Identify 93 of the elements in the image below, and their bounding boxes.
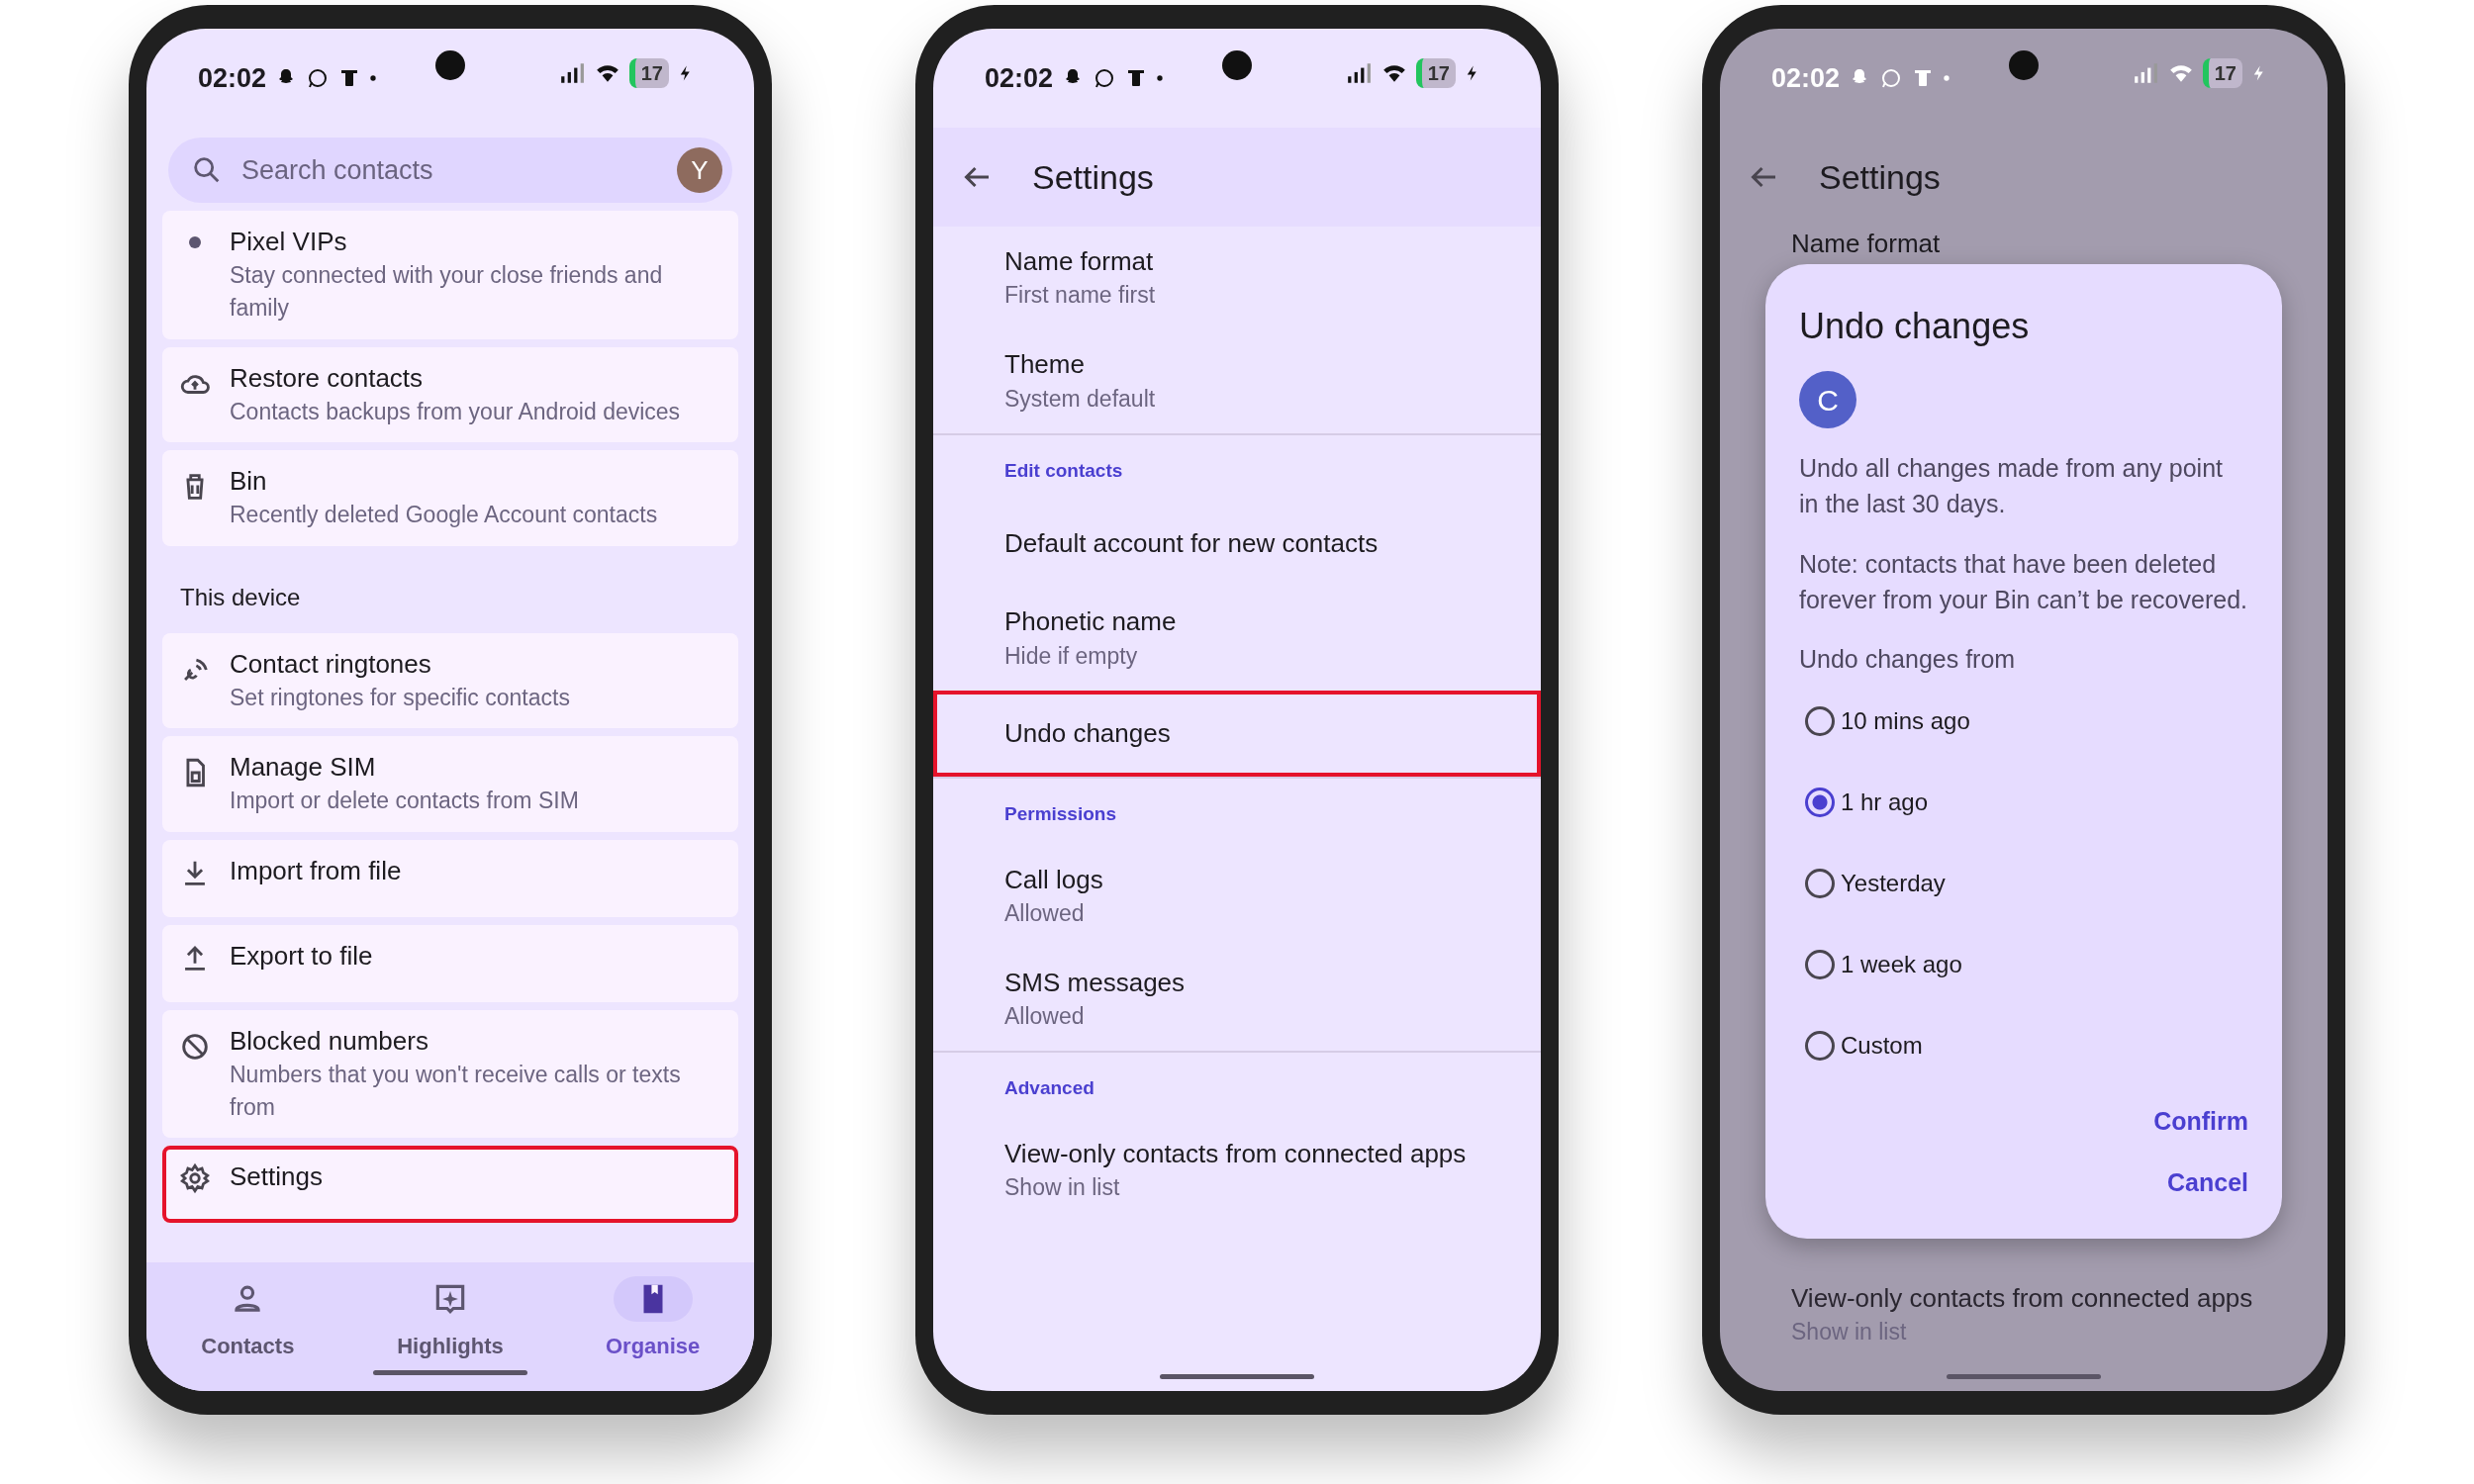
preference-row[interactable]: Call logs Allowed — [933, 844, 1541, 948]
item-title: SMS messages — [1004, 966, 1187, 999]
menu-item[interactable]: Manage SIM Import or delete contacts from SIM — [162, 736, 738, 832]
camera-icon — [2009, 50, 2039, 80]
section-heading: Permissions — [933, 777, 1541, 845]
menu-item[interactable]: Blocked numbers Numbers that you won't receive calls or texts from — [162, 1009, 738, 1139]
preference-row[interactable]: Undo changes — [933, 690, 1541, 777]
menu-item[interactable]: Settings — [162, 1146, 738, 1224]
nav-tab[interactable]: Contacts — [168, 1276, 328, 1362]
item-title: Manage SIM — [230, 751, 377, 785]
menu-item[interactable]: Pixel VIPs Stay connected with your close friends and family — [162, 211, 738, 339]
status-time: 02:02 — [198, 62, 267, 95]
screen-title: Settings — [1819, 156, 1941, 198]
menu-item[interactable]: Restore contacts Contacts backups from your Android devices — [162, 346, 738, 443]
radio-button[interactable] — [1805, 706, 1835, 737]
item-subtitle: Allowed — [1004, 1002, 1086, 1032]
preference-row[interactable]: SMS messages Allowed — [933, 947, 1541, 1052]
avatar: C — [1799, 371, 1856, 428]
settings-icon — [178, 1161, 212, 1196]
dot-icon — [369, 74, 378, 83]
option-label: Custom — [1841, 1031, 1923, 1062]
section-heading: Edit contacts — [933, 432, 1541, 502]
nav-label: Contacts — [201, 1333, 295, 1360]
item-title: Theme — [1004, 348, 1086, 382]
item-title: View-only contacts from connected apps — [1004, 1137, 1468, 1170]
menu-item[interactable]: Bin Recently deleted Google Account contacts — [162, 450, 738, 546]
item-title: Phonetic name — [1004, 605, 1178, 639]
preference-row[interactable]: Phonetic name Hide if empty — [933, 587, 1541, 691]
battery-indicator: 17 — [628, 58, 669, 88]
item-title: Import from file — [230, 854, 402, 887]
nav-label: Organise — [605, 1333, 701, 1360]
item-title: Name format — [1004, 245, 1155, 278]
camera-icon — [435, 50, 465, 80]
dialog-title: Undo changes — [1799, 305, 2031, 348]
item-title: Restore contacts — [230, 361, 425, 395]
option-label: 1 week ago — [1841, 950, 1962, 980]
section-heading: This device — [179, 582, 302, 612]
item-subtitle: Numbers that you won't receive calls or texts from — [230, 1060, 682, 1122]
status-time: 02:02 — [1771, 62, 1841, 95]
dialog-button[interactable]: Confirm — [2153, 1095, 2248, 1149]
dialog-text: Undo all changes made from any point in the last 30 days. — [1799, 453, 2225, 520]
item-title: View-only contacts from connected apps — [1791, 1281, 2254, 1315]
screen-title: Settings — [1032, 156, 1154, 198]
section-heading: Advanced — [933, 1051, 1541, 1119]
option-label: 1 hr ago — [1841, 788, 1929, 818]
item-subtitle: Show in list — [1004, 1172, 1121, 1202]
item-subtitle: System default — [1004, 384, 1157, 414]
item-title: Default account for new contacts — [1004, 527, 1380, 561]
radio-button[interactable] — [1805, 869, 1835, 899]
bullet-icon — [189, 236, 201, 248]
radio-button[interactable] — [1805, 1031, 1835, 1062]
dialog-button[interactable]: Cancel — [2167, 1156, 2248, 1209]
search-field[interactable]: Search contacts Y — [168, 138, 732, 203]
menu-item[interactable]: Contact ringtones Set ringtones for specific contacts — [162, 632, 738, 729]
item-subtitle: Stay connected with your close friends and family — [230, 261, 664, 324]
item-title: Undo changes — [1004, 716, 1172, 750]
radio-button[interactable] — [1805, 950, 1835, 980]
dot-icon — [1943, 74, 1951, 83]
option-label: 10 mins ago — [1841, 706, 1970, 737]
item-subtitle: Hide if empty — [1004, 641, 1139, 671]
item-subtitle: Import or delete contacts from SIM — [230, 787, 579, 816]
options-label: Undo changes from — [1799, 644, 2017, 675]
status-time: 02:02 — [985, 62, 1054, 95]
dialog-note: Note: contacts that have been deleted forever from your Bin can’t be recovered. — [1799, 548, 2248, 615]
nav-tab[interactable]: Organise — [573, 1276, 732, 1362]
item-title: Name format — [1791, 228, 1942, 260]
item-subtitle: Set ringtones for specific contacts — [230, 683, 570, 712]
camera-icon — [1222, 50, 1252, 80]
avatar[interactable]: Y — [677, 147, 722, 193]
preference-row[interactable]: View-only contacts from connected apps Show in list — [933, 1118, 1541, 1223]
menu-item[interactable]: Export to file — [162, 924, 738, 1002]
nav-label: Highlights — [397, 1333, 504, 1360]
radio-button[interactable] — [1805, 788, 1835, 818]
dot-icon — [1156, 74, 1165, 83]
item-subtitle: Allowed — [1004, 898, 1086, 928]
preference-row[interactable]: Name format First name first — [933, 227, 1541, 330]
nav-tab[interactable]: Highlights — [371, 1276, 529, 1362]
item-subtitle: Contacts backups from your Android devices — [230, 397, 681, 426]
item-subtitle: First name first — [1004, 281, 1157, 311]
battery-indicator: 17 — [2202, 58, 2242, 88]
item-title: Settings — [230, 1160, 323, 1194]
battery-indicator: 17 — [1415, 58, 1456, 88]
preference-row[interactable]: Theme System default — [933, 329, 1541, 433]
item-title: Bin — [230, 465, 268, 499]
item-title: Blocked numbers — [230, 1024, 429, 1058]
item-title: Contact ringtones — [230, 647, 432, 681]
preference-row[interactable]: Default account for new contacts — [933, 501, 1541, 588]
item-subtitle: Recently deleted Google Account contacts — [230, 501, 658, 530]
item-title: Export to file — [230, 939, 373, 973]
option-label: Yesterday — [1841, 869, 1946, 899]
menu-item[interactable]: Import from file — [162, 839, 738, 917]
item-title: Call logs — [1004, 863, 1104, 896]
item-title: Pixel VIPs — [230, 226, 348, 258]
